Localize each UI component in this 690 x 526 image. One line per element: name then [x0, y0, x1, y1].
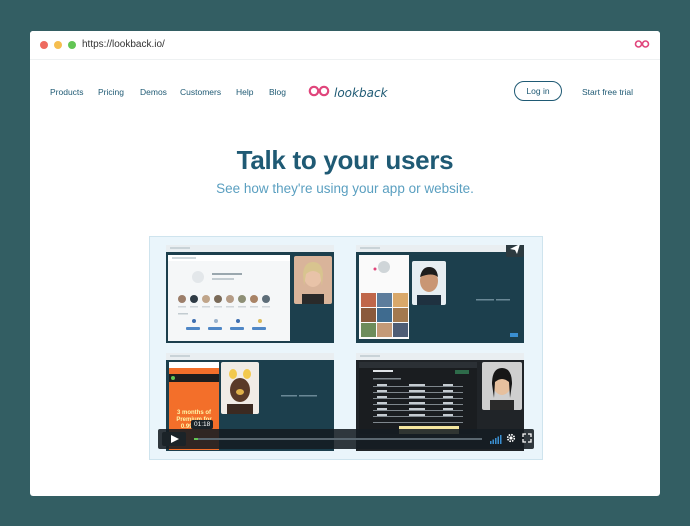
timecode: 01:18	[191, 420, 214, 429]
site-navigation: Products Pricing Demos Customers Help Bl…	[30, 81, 660, 103]
progress-fill	[194, 438, 199, 440]
login-button[interactable]: Log in	[514, 81, 562, 101]
fullscreen-icon[interactable]	[522, 433, 532, 443]
pane-toolbar	[356, 245, 524, 252]
photo-grid-preview	[361, 261, 408, 337]
pane-caption	[281, 395, 317, 397]
volume-icon[interactable]	[490, 434, 502, 444]
profile-page-preview	[168, 255, 290, 330]
shared-screen	[168, 255, 290, 341]
participant-webcam-1	[294, 256, 332, 304]
nav-customers[interactable]: Customers	[180, 87, 221, 97]
promo-line-1: 3 months of	[177, 410, 211, 416]
paper-plane-icon	[510, 245, 520, 254]
maximize-window-button[interactable]	[68, 41, 76, 49]
lookback-logo-icon[interactable]	[308, 84, 330, 98]
nav-pricing[interactable]: Pricing	[98, 87, 124, 97]
settings-gear-icon[interactable]	[506, 433, 516, 443]
pane-toolbar	[166, 353, 334, 360]
address-bar[interactable]: https://lookback.io/	[82, 39, 165, 50]
minimize-window-button[interactable]	[54, 41, 62, 49]
browser-titlebar: https://lookback.io/	[30, 31, 660, 60]
status-indicator	[510, 333, 518, 337]
start-free-trial-link[interactable]: Start free trial	[582, 87, 633, 97]
pane-toolbar	[356, 353, 524, 360]
participant-webcam-3	[221, 362, 259, 414]
demo-video-player[interactable]: 3 months of Premium for 0.99 CAD	[149, 236, 543, 460]
pane-toolbar	[166, 245, 334, 252]
shared-screen	[359, 255, 409, 339]
nav-blog[interactable]: Blog	[269, 87, 286, 97]
lookback-extension-icon[interactable]	[634, 39, 650, 49]
progress-bar[interactable]	[194, 438, 482, 440]
hero-subtitle: See how they're using your app or websit…	[216, 181, 474, 196]
brand-name[interactable]: lookback	[334, 86, 387, 100]
nav-demos[interactable]: Demos	[140, 87, 167, 97]
nav-products[interactable]: Products	[50, 87, 84, 97]
shared-screen	[359, 362, 477, 434]
hero-title: Talk to your users	[236, 145, 454, 175]
video-controls: 01:18	[158, 420, 534, 449]
dark-app-preview	[359, 362, 477, 434]
pane-caption	[476, 299, 510, 301]
participant-webcam-4	[482, 362, 522, 410]
participant-webcam-2	[412, 261, 446, 305]
nav-help[interactable]: Help	[236, 87, 253, 97]
share-button[interactable]	[506, 245, 524, 257]
play-button[interactable]	[162, 432, 186, 446]
session-pane-2	[356, 245, 524, 343]
session-pane-1	[166, 245, 334, 343]
close-window-button[interactable]	[40, 41, 48, 49]
browser-window: https://lookback.io/ Products Pricing De…	[30, 31, 660, 496]
